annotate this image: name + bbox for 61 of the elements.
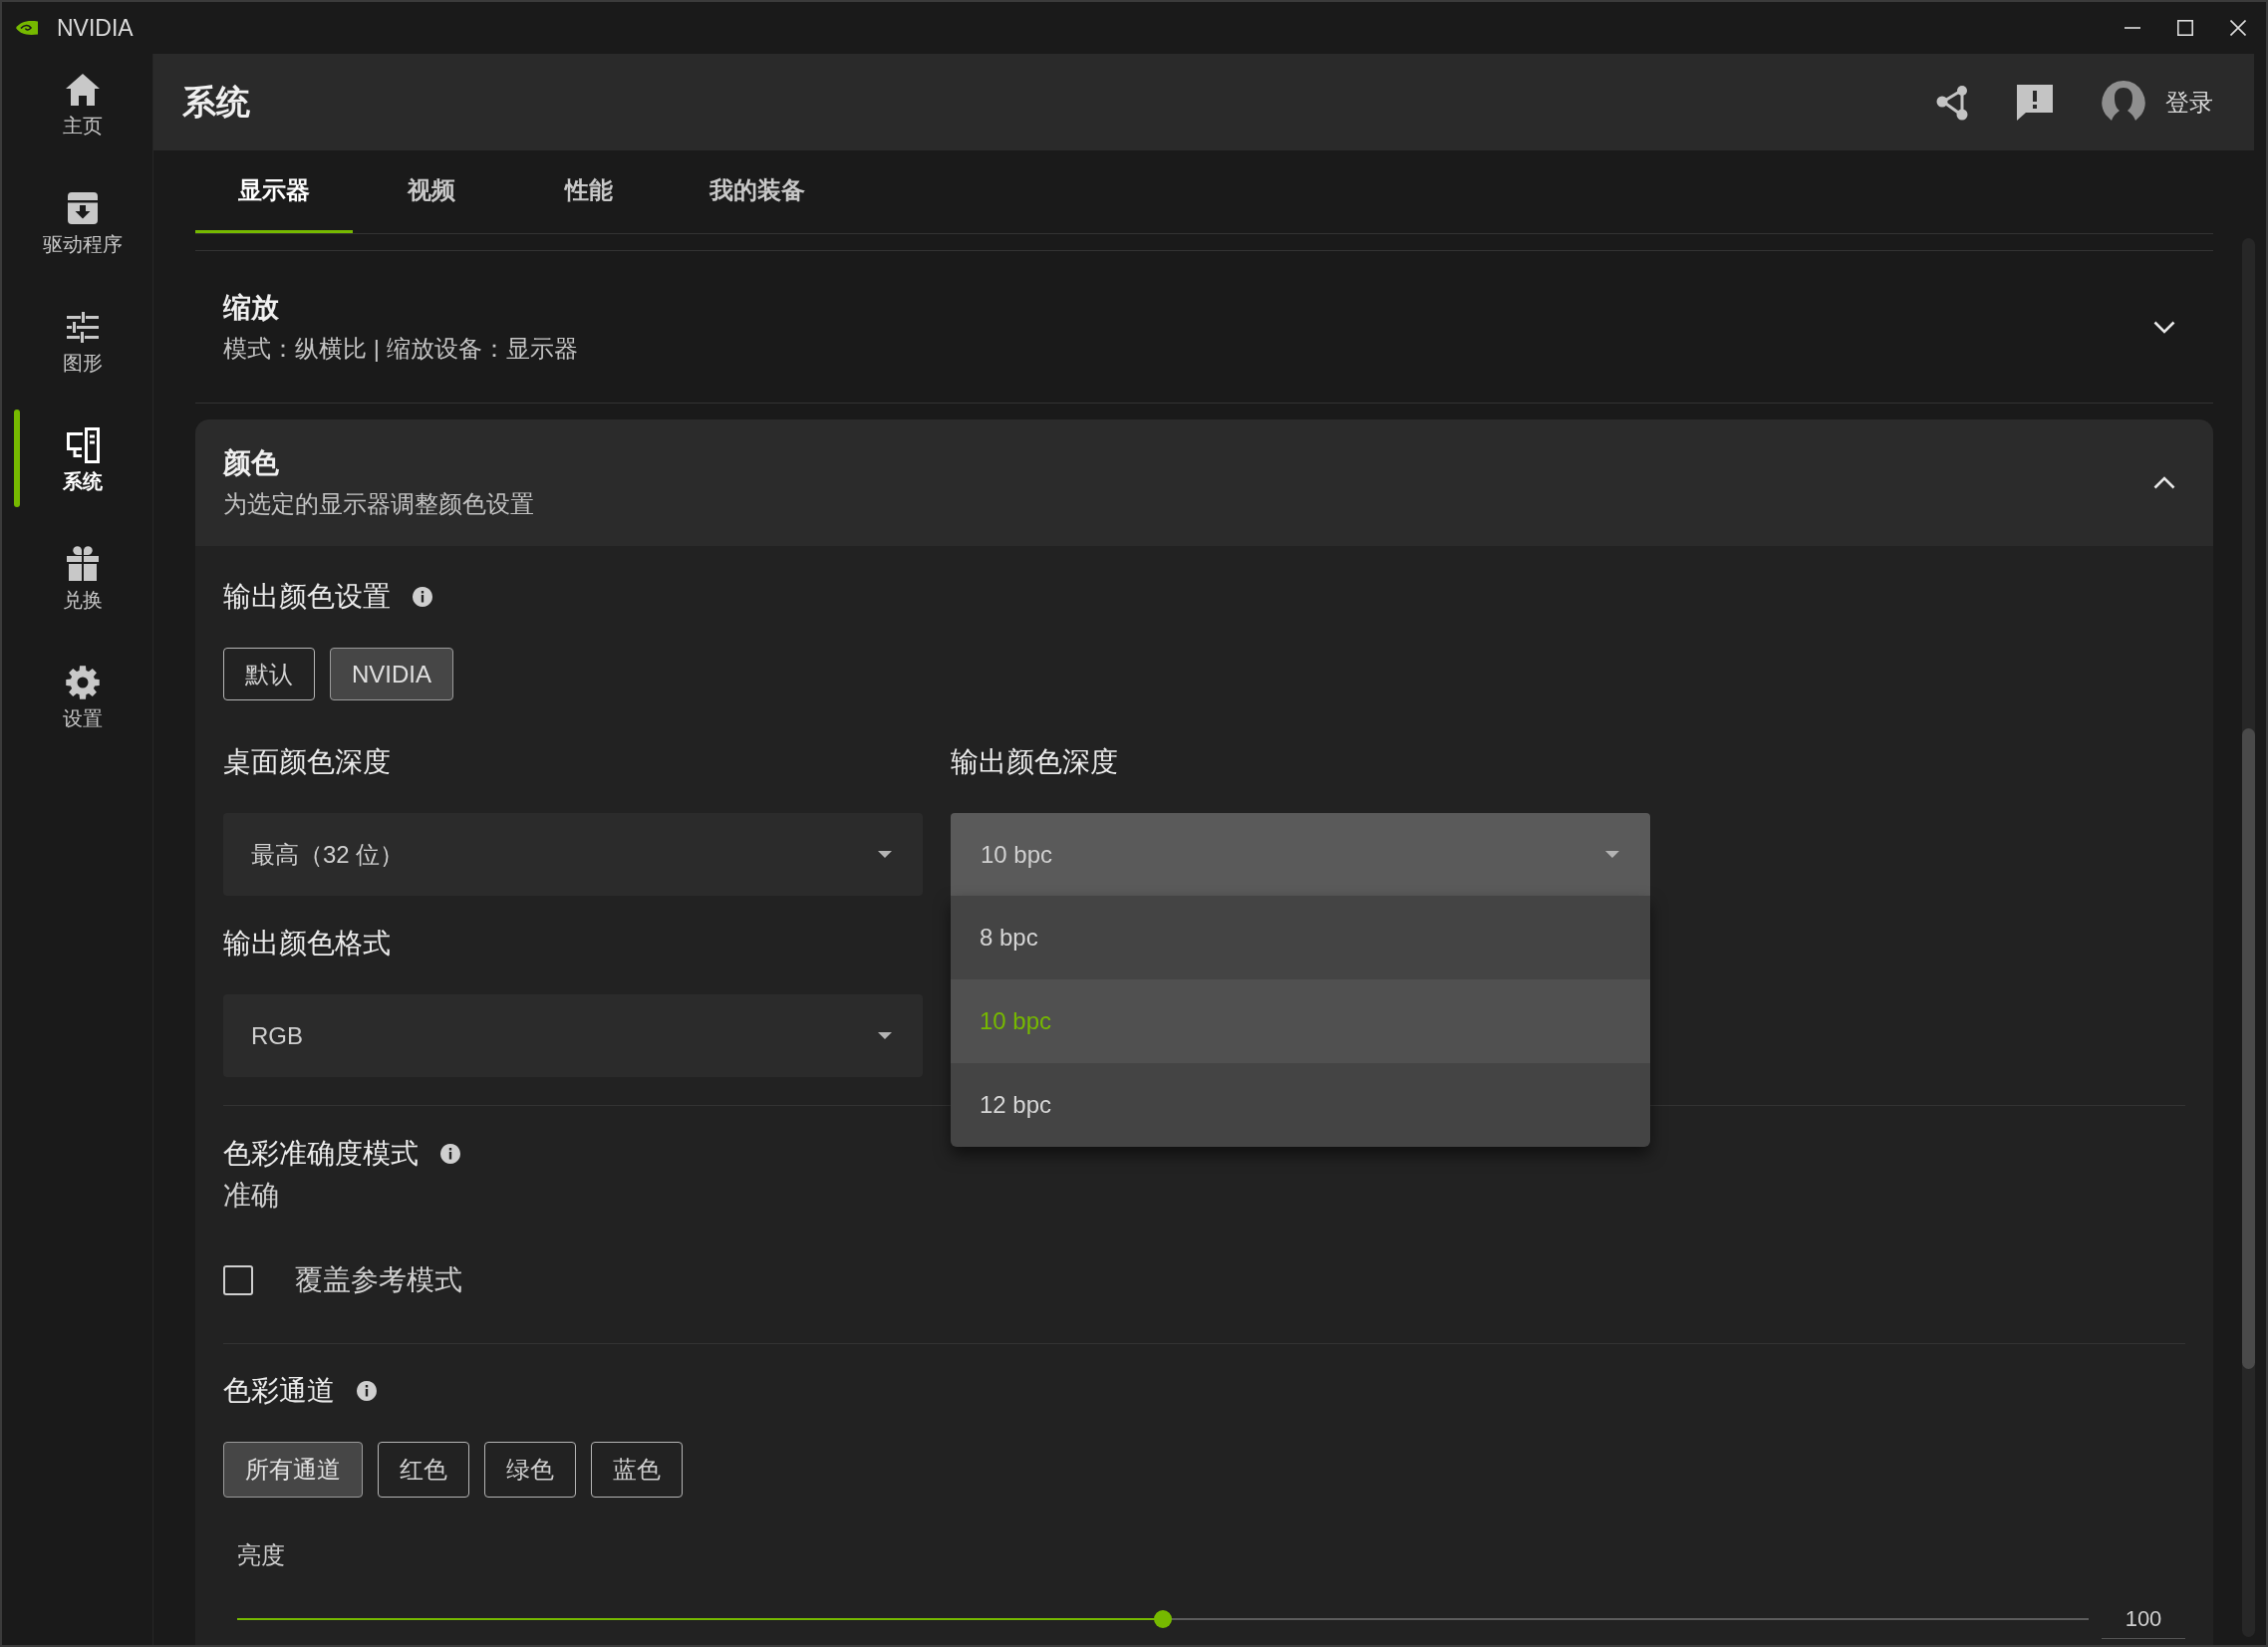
channel-button[interactable]: 绿色 bbox=[484, 1442, 576, 1498]
dropdown-option[interactable]: 12 bpc bbox=[951, 1063, 1650, 1147]
sidebar-item[interactable]: 驱动程序 bbox=[20, 172, 145, 257]
caret-icon bbox=[878, 851, 892, 858]
tab[interactable]: 我的装备 bbox=[668, 150, 847, 233]
dropdown[interactable]: 10 bpc bbox=[951, 813, 1650, 896]
chevron-down-icon[interactable] bbox=[2153, 321, 2175, 334]
sliders-icon bbox=[65, 309, 101, 345]
sidebar-item[interactable]: 设置 bbox=[20, 647, 145, 731]
field-label: 桌面颜色深度 bbox=[223, 745, 392, 779]
tab[interactable]: 性能 bbox=[510, 150, 668, 233]
sidebar-item[interactable]: 图形 bbox=[20, 291, 145, 376]
chevron-up-icon[interactable] bbox=[2153, 476, 2175, 489]
field-label: 输出颜色深度 bbox=[951, 745, 1119, 779]
info-icon[interactable] bbox=[357, 1381, 377, 1401]
gift-icon bbox=[65, 546, 101, 582]
home-icon bbox=[65, 72, 101, 108]
option-button[interactable]: NVIDIA bbox=[330, 648, 453, 700]
page-title: 系统 bbox=[182, 81, 250, 123]
slider-label: 亮度 bbox=[236, 1540, 286, 1570]
sidebar-item[interactable]: 兑换 bbox=[20, 528, 145, 613]
tab[interactable]: 视频 bbox=[353, 150, 510, 233]
checkbox[interactable] bbox=[223, 1265, 253, 1295]
setting-value: 准确 bbox=[223, 1179, 280, 1213]
sidebar-item[interactable]: 系统 bbox=[20, 410, 145, 494]
share-icon[interactable] bbox=[1936, 84, 1968, 121]
section-subtitle: 模式：纵横比 | 缩放设备：显示器 bbox=[223, 334, 579, 364]
checkbox-label[interactable]: 覆盖参考模式 bbox=[295, 1261, 462, 1299]
info-icon[interactable] bbox=[413, 587, 432, 607]
field-label: 输出颜色格式 bbox=[223, 927, 392, 961]
dropdown-option[interactable]: 8 bpc bbox=[951, 896, 1650, 979]
window-title: NVIDIA bbox=[57, 14, 134, 42]
section-title: 缩放 bbox=[223, 291, 280, 325]
setting-label: 输出颜色设置 bbox=[223, 580, 391, 614]
section-subtitle: 为选定的显示器调整颜色设置 bbox=[223, 489, 535, 519]
maximize-icon[interactable] bbox=[2177, 20, 2193, 36]
download-box-icon bbox=[65, 190, 101, 226]
setting-label: 色彩准确度模式 bbox=[223, 1137, 419, 1171]
computer-icon bbox=[65, 427, 101, 463]
channel-button[interactable]: 蓝色 bbox=[591, 1442, 683, 1498]
slider-thumb[interactable] bbox=[1154, 1610, 1172, 1628]
option-button[interactable]: 默认 bbox=[223, 648, 315, 700]
dropdown[interactable]: 最高（32 位） bbox=[223, 813, 923, 896]
close-icon[interactable] bbox=[2230, 20, 2246, 36]
login-button[interactable]: 登录 bbox=[2102, 80, 2213, 125]
info-icon[interactable] bbox=[440, 1144, 460, 1164]
channel-button[interactable]: 红色 bbox=[378, 1442, 469, 1498]
caret-icon bbox=[878, 1032, 892, 1039]
value-field[interactable]: 100 bbox=[2102, 1599, 2185, 1639]
scrollbar-thumb[interactable] bbox=[2242, 728, 2255, 1369]
setting-label: 色彩通道 bbox=[223, 1374, 335, 1408]
section-header[interactable]: 颜色 为选定的显示器调整颜色设置 bbox=[195, 419, 2213, 546]
caret-icon bbox=[1605, 851, 1619, 858]
tab[interactable]: 显示器 bbox=[195, 150, 353, 233]
dropdown[interactable]: RGB bbox=[223, 994, 923, 1077]
feedback-icon[interactable] bbox=[2017, 84, 2053, 121]
settings-icon bbox=[65, 665, 101, 700]
sidebar-item[interactable]: 主页 bbox=[20, 54, 145, 138]
app-logo-icon bbox=[16, 20, 38, 36]
channel-button[interactable]: 所有通道 bbox=[223, 1442, 363, 1498]
section-title: 颜色 bbox=[223, 446, 280, 480]
